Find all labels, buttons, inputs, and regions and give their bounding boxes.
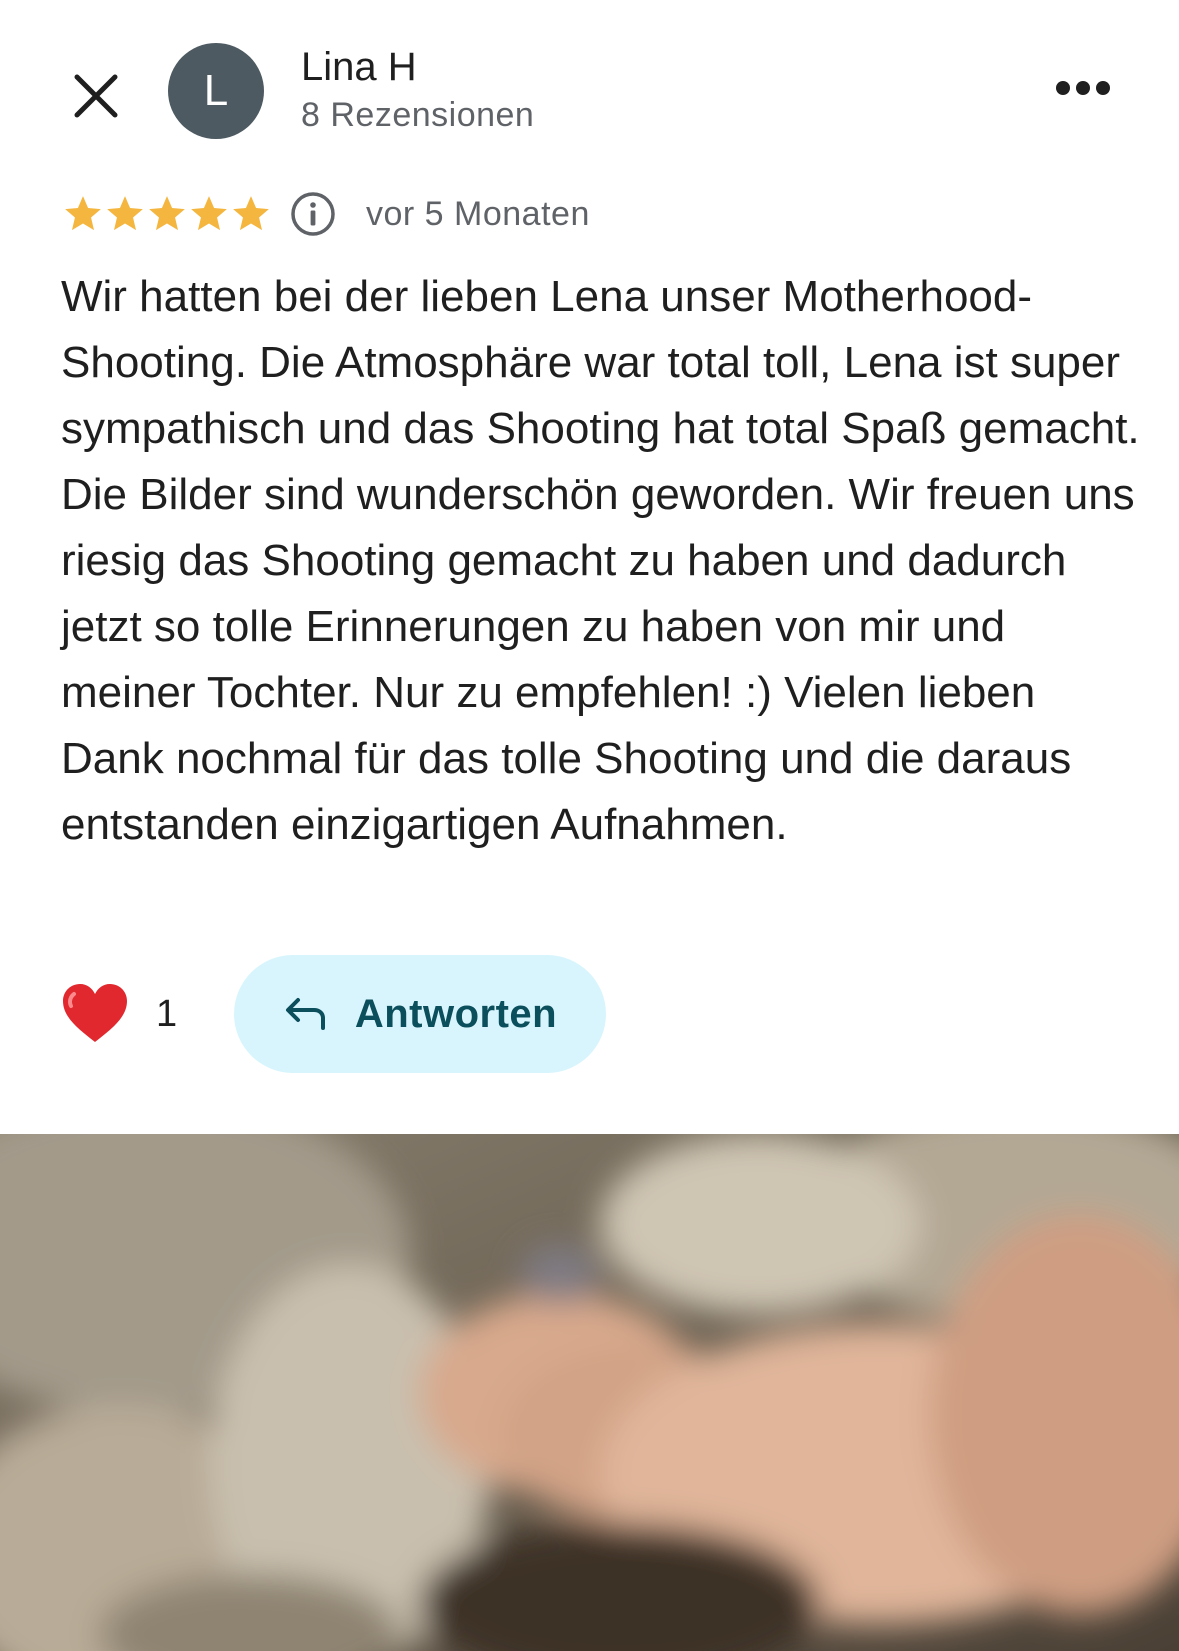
rating-row: vor 5 Monaten (62, 188, 590, 240)
close-button[interactable] (58, 58, 134, 134)
avatar-initial: L (203, 66, 229, 115)
info-icon[interactable] (290, 191, 336, 237)
review-date: vor 5 Monaten (366, 194, 590, 233)
reply-label: Antworten (354, 991, 558, 1036)
review-card: L Lina H 8 Rezensionen vor 5 Monaten Wir… (0, 0, 1179, 1134)
star-icon (191, 196, 227, 231)
more-options-button[interactable] (1048, 66, 1118, 110)
star-icon (149, 196, 185, 231)
review-photo[interactable] (0, 1134, 1179, 1651)
reply-button[interactable]: Antworten (234, 955, 606, 1073)
like-button[interactable]: 1 (60, 982, 186, 1046)
like-count: 1 (156, 992, 178, 1035)
author-name[interactable]: Lina H (301, 45, 417, 90)
reply-arrow-icon (285, 998, 325, 1030)
star-icon (233, 196, 269, 231)
review-page: L Lina H 8 Rezensionen vor 5 Monaten Wir… (0, 0, 1179, 1651)
close-icon (74, 74, 118, 118)
author-review-count[interactable]: 8 Rezensionen (301, 96, 534, 135)
star-icon (107, 196, 143, 231)
review-text: Wir hatten bei der lieben Lena unser Mot… (61, 272, 1140, 849)
star-rating (62, 193, 272, 235)
heart-icon (63, 984, 127, 1042)
avatar[interactable]: L (168, 43, 264, 139)
review-photo-image (0, 1134, 1179, 1651)
star-icon (65, 196, 101, 231)
review-actions: 1 Antworten (60, 955, 606, 1073)
more-horizontal-icon (1056, 81, 1110, 95)
